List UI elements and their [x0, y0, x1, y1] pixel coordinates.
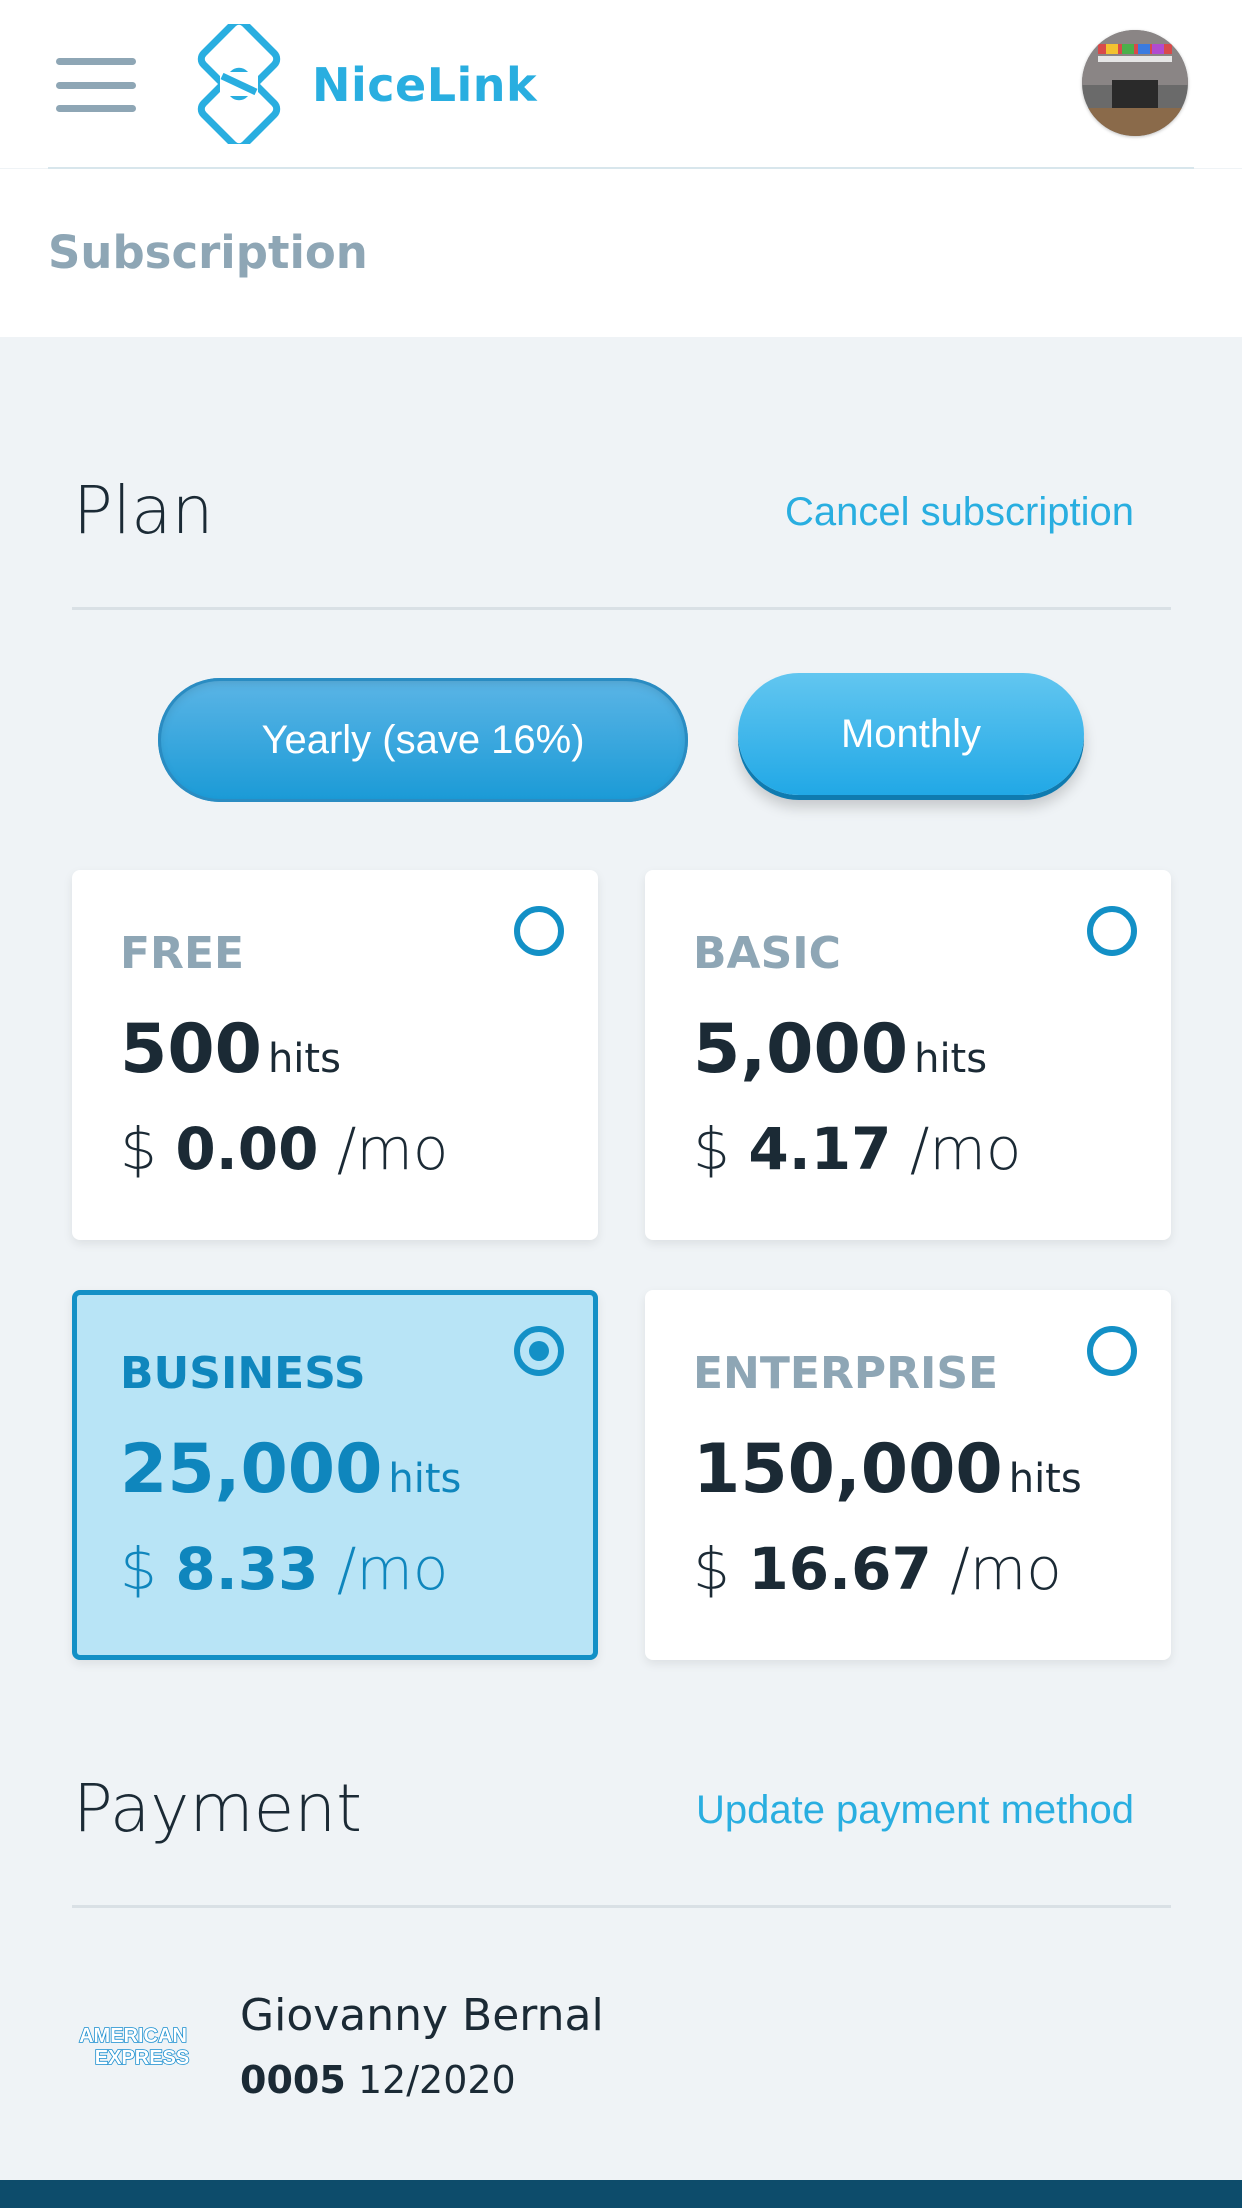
plan-hits-unit: hits: [914, 1036, 988, 1082]
plan-price-period: /mo: [909, 1115, 1022, 1183]
amex-text-top: AMERICAN: [79, 2025, 187, 2047]
plan-name: BASIC: [693, 928, 841, 979]
card-expiry: 12/2020: [357, 2058, 516, 2102]
radio-unselected-icon[interactable]: [1087, 906, 1137, 956]
plan-hits-unit: hits: [267, 1036, 341, 1082]
user-avatar[interactable]: [1082, 30, 1188, 136]
plan-hits: 25,000 hits: [120, 1430, 461, 1509]
plan-price-value: 16.67: [748, 1535, 932, 1603]
currency-symbol: $: [693, 1115, 730, 1183]
currency-symbol: $: [120, 1115, 157, 1183]
plan-price-period: /mo: [336, 1115, 449, 1183]
payment-divider: [72, 1905, 1171, 1908]
radio-selected-icon[interactable]: [514, 1326, 564, 1376]
plan-price-period: /mo: [336, 1535, 449, 1603]
plan-name: FREE: [120, 928, 245, 979]
currency-symbol: $: [693, 1535, 730, 1603]
footer-bar: [0, 2180, 1242, 2208]
plan-price: $ 0.00 /mo: [120, 1115, 448, 1183]
plan-hits: 500 hits: [120, 1010, 341, 1089]
radio-unselected-icon[interactable]: [514, 906, 564, 956]
plan-card-enterprise[interactable]: ENTERPRISE 150,000 hits $ 16.67 /mo: [645, 1290, 1171, 1660]
plan-name: ENTERPRISE: [693, 1348, 999, 1399]
brand-name: NiceLink: [312, 58, 538, 112]
payment-section-title: Payment: [73, 1770, 362, 1847]
plan-hits-value: 500: [120, 1010, 262, 1089]
plan-card-basic[interactable]: BASIC 5,000 hits $ 4.17 /mo: [645, 870, 1171, 1240]
plan-hits-value: 5,000: [693, 1010, 909, 1089]
amex-text-bottom: EXPRESS: [95, 2047, 189, 2068]
yearly-billing-button[interactable]: Yearly (save 16%): [158, 678, 688, 802]
monthly-billing-button[interactable]: Monthly: [738, 673, 1084, 795]
radio-unselected-icon[interactable]: [1087, 1326, 1137, 1376]
plan-price: $ 16.67 /mo: [693, 1535, 1062, 1603]
card-last4: 0005: [240, 2058, 346, 2102]
plan-divider: [72, 607, 1171, 610]
plan-hits-value: 25,000: [120, 1430, 383, 1509]
plan-section-title: Plan: [73, 472, 214, 549]
plan-hits-unit: hits: [388, 1456, 462, 1502]
plan-hits-unit: hits: [1008, 1456, 1082, 1502]
radio-dot: [529, 1341, 549, 1361]
plan-price: $ 4.17 /mo: [693, 1115, 1021, 1183]
plan-card-business[interactable]: BUSINESS 25,000 hits $ 8.33 /mo: [72, 1290, 598, 1660]
plan-price-value: 8.33: [175, 1535, 319, 1603]
plan-price-period: /mo: [950, 1535, 1062, 1603]
american-express-icon: AMERICAN EXPRESS: [78, 2024, 190, 2068]
card-details: 0005 12/2020: [240, 2058, 516, 2102]
plan-price-value: 4.17: [748, 1115, 892, 1183]
page-title: Subscription: [48, 226, 368, 279]
cancel-subscription-link[interactable]: Cancel subscription: [785, 490, 1134, 535]
plan-price-value: 0.00: [175, 1115, 319, 1183]
plan-hits: 5,000 hits: [693, 1010, 987, 1089]
currency-symbol: $: [120, 1535, 157, 1603]
card-holder-name: Giovanny Bernal: [240, 1990, 604, 2041]
chain-link-logo-icon: [197, 24, 281, 144]
plan-name: BUSINESS: [120, 1348, 366, 1399]
plan-price: $ 8.33 /mo: [120, 1535, 448, 1603]
top-bar: NiceLink: [0, 0, 1242, 168]
hamburger-menu-icon[interactable]: [56, 58, 136, 112]
plan-hits: 150,000 hits: [693, 1430, 1082, 1509]
plan-card-free[interactable]: FREE 500 hits $ 0.00 /mo: [72, 870, 598, 1240]
plan-hits-value: 150,000: [693, 1430, 1003, 1509]
avatar-photo: [1082, 30, 1188, 136]
update-payment-method-link[interactable]: Update payment method: [696, 1788, 1134, 1833]
